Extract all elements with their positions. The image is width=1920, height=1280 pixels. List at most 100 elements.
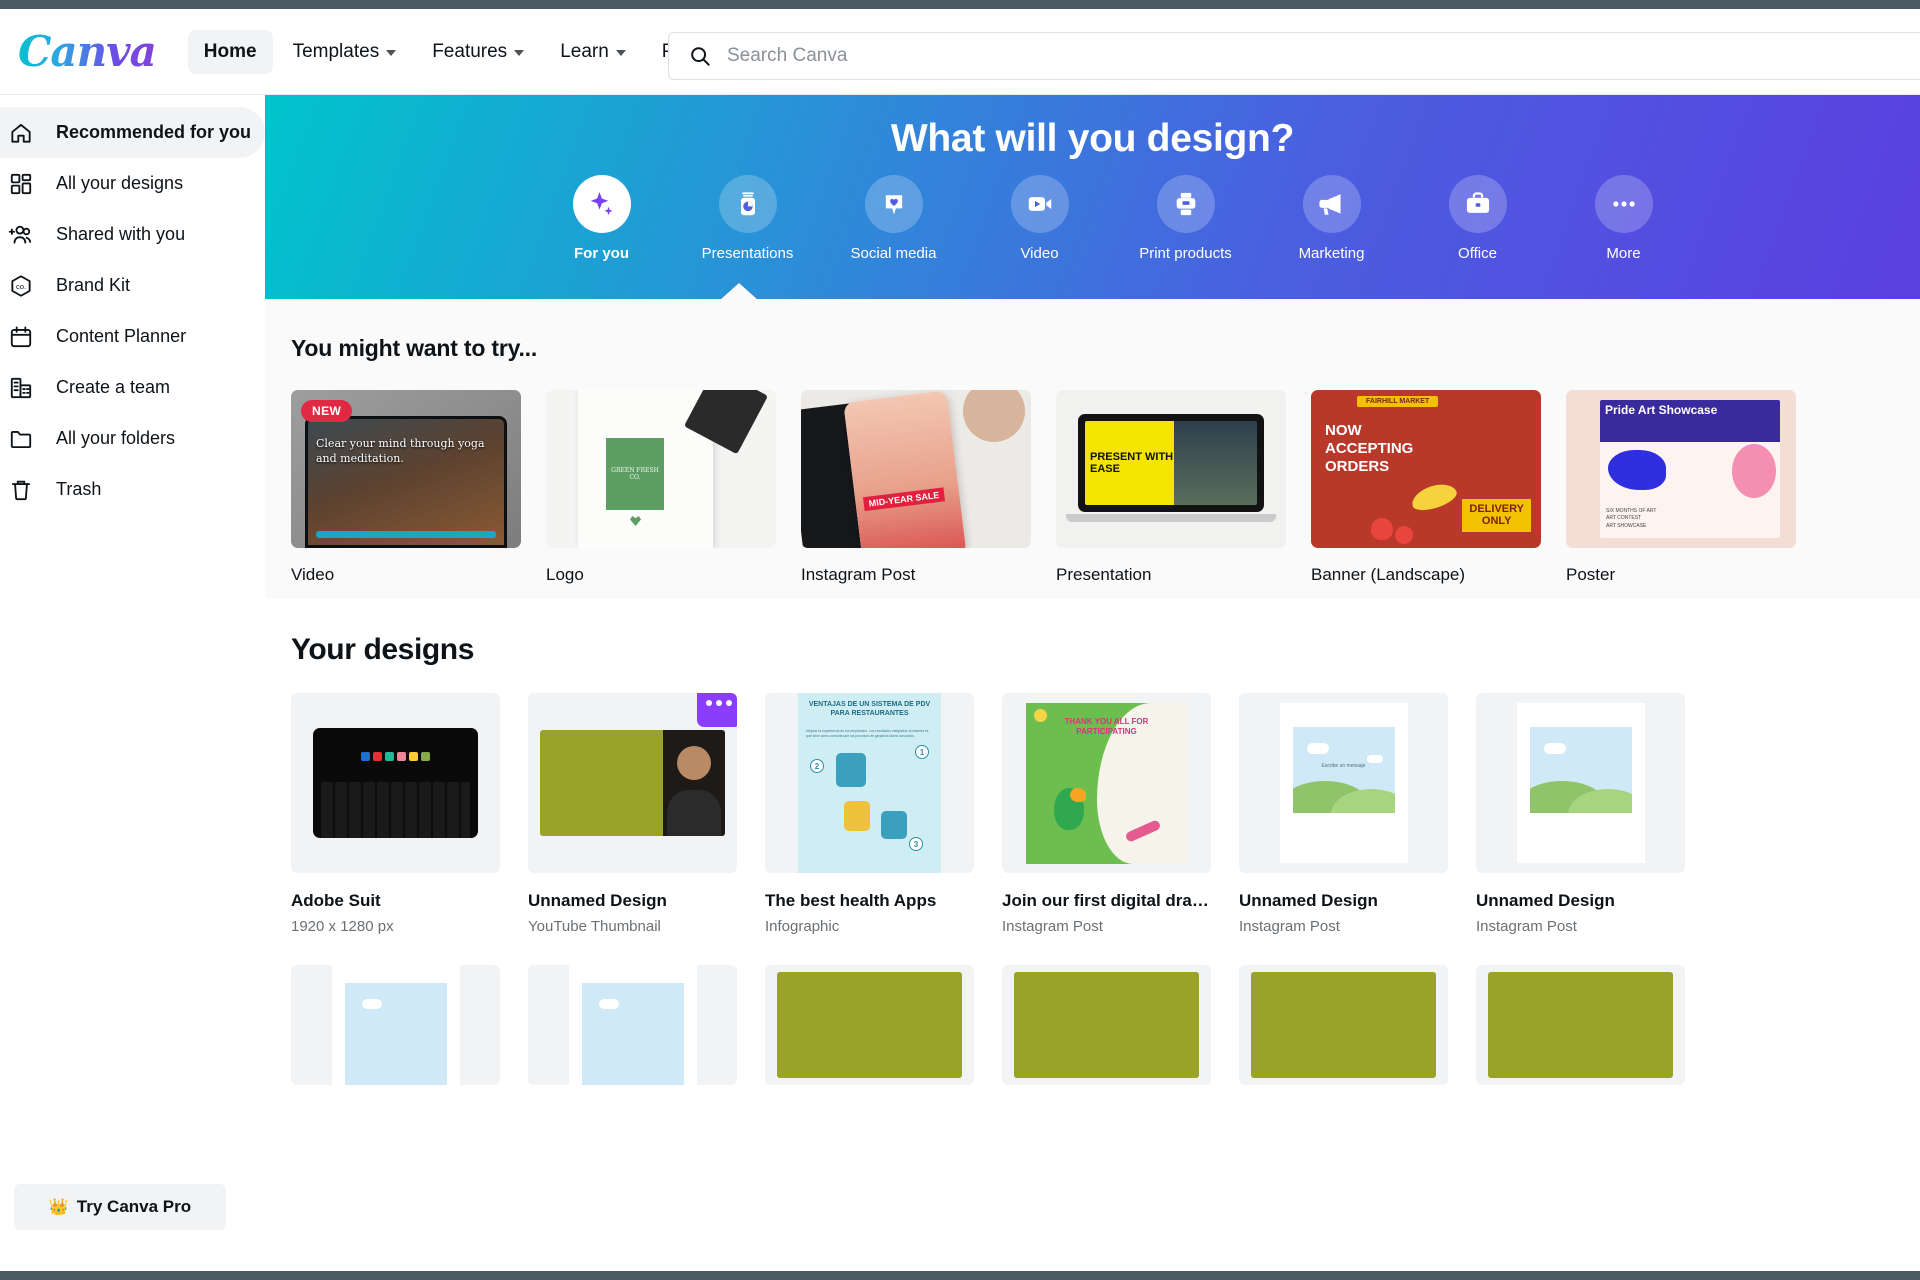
design-options-button[interactable]: [697, 693, 737, 727]
design-subtitle: Instagram Post: [1476, 918, 1577, 935]
design-subtitle: Infographic: [765, 918, 840, 935]
design-card-health-apps[interactable]: VENTAJAS DE UN SISTEMA DE PDV PARA RESTA…: [765, 693, 974, 935]
category-office[interactable]: Office: [1405, 175, 1551, 262]
design-card-unnamed-cloud-1[interactable]: Escribe un mensaje Unnamed Design Instag…: [1239, 693, 1448, 935]
crown-icon: 👑: [48, 1199, 69, 1216]
try-card-instagram-post[interactable]: MID-YEAR SALE Instagram Post: [801, 390, 1031, 585]
nav-item-home[interactable]: Home: [187, 29, 273, 74]
try-card-label: Presentation: [1056, 565, 1152, 584]
sidebar-item-brand-kit[interactable]: co. Brand Kit: [0, 260, 265, 311]
try-card-logo[interactable]: GREEN FRESH CO. Logo: [546, 390, 776, 585]
design-card-row2-2[interactable]: [528, 965, 737, 1085]
design-title: Adobe Suit: [291, 891, 381, 910]
try-canva-pro-button[interactable]: 👑 Try Canva Pro: [14, 1184, 226, 1230]
category-bubble: [718, 175, 777, 233]
try-card-presentation[interactable]: PRESENT WITH EASE Presentation: [1056, 390, 1286, 585]
thumb-art: GREEN FRESH CO.: [546, 390, 776, 548]
design-card-row2-4[interactable]: [1002, 965, 1211, 1085]
sidebar-item-shared[interactable]: Shared with you: [0, 209, 265, 260]
sidebar-item-recommended[interactable]: Recommended for you: [0, 107, 265, 158]
nav-item-features[interactable]: Features: [416, 30, 540, 74]
thumb-art: Escribe un mensaje: [1279, 703, 1408, 863]
add-people-icon: [8, 225, 32, 244]
design-card-row2-5[interactable]: [1239, 965, 1448, 1085]
nav-item-learn[interactable]: Learn: [544, 30, 642, 74]
thumb-art-text: THANK YOU ALL FOR PARTICIPATING: [1064, 716, 1149, 736]
try-card-thumbnail: MID-YEAR SALE: [801, 390, 1031, 548]
try-cards-row: Clear your mind through yoga and meditat…: [291, 390, 1920, 585]
design-thumbnail: [291, 965, 500, 1085]
thumb-art: [1251, 972, 1436, 1078]
design-thumbnail: [1476, 965, 1685, 1085]
thumb-art-text: Clear your mind through yoga and meditat…: [316, 437, 485, 465]
sidebar-item-content-planner[interactable]: Content Planner: [0, 311, 265, 362]
heart-pin-icon: [885, 195, 902, 215]
category-more[interactable]: More: [1551, 175, 1697, 262]
category-video[interactable]: Video: [967, 175, 1113, 262]
design-card-row2-6[interactable]: [1476, 965, 1685, 1085]
try-card-banner-landscape[interactable]: FAIRHILL MARKET NOW ACCEPTING ORDERS DELIV…: [1311, 390, 1541, 585]
category-bubble: [1302, 175, 1361, 233]
sidebar-item-all-folders[interactable]: All your folders: [0, 413, 265, 464]
bottom-chrome-bar: [0, 1271, 1920, 1280]
canva-logo[interactable]: Canva: [10, 27, 170, 76]
try-card-thumbnail: GREEN FRESH CO.: [546, 390, 776, 548]
sidebar-item-all-designs[interactable]: All your designs: [0, 158, 265, 209]
design-card-row2-1[interactable]: [291, 965, 500, 1085]
section-title: You might want to try...: [291, 335, 538, 361]
thumb-art: [1488, 972, 1673, 1078]
trash-icon: [11, 480, 31, 500]
category-label: Marketing: [1298, 245, 1365, 262]
category-label: For you: [574, 245, 629, 262]
grid-icon: [10, 173, 32, 194]
try-card-thumbnail: Clear your mind through yoga and meditat…: [291, 390, 521, 548]
sidebar-item-trash[interactable]: Trash: [0, 464, 265, 515]
design-title: Unnamed Design: [1239, 891, 1378, 910]
site-header: Canva Home Templates Features Learn Pric…: [0, 9, 1920, 95]
design-thumbnail: [528, 965, 737, 1085]
sidebar-item-label: Content Planner: [56, 326, 187, 346]
brand-hexagon-icon: co.: [11, 274, 31, 297]
search-bar[interactable]: [668, 32, 1920, 80]
thumb-art-text: Pride Art Showcase: [1605, 403, 1718, 417]
chevron-down-icon: [386, 50, 397, 56]
thumb-art: [1516, 703, 1645, 863]
category-label: Office: [1458, 245, 1497, 262]
sparkle-icon: [590, 192, 613, 215]
category-bubble: [572, 175, 631, 233]
nav-label: Learn: [560, 40, 609, 62]
try-card-video[interactable]: Clear your mind through yoga and meditat…: [291, 390, 521, 585]
category-marketing[interactable]: Marketing: [1259, 175, 1405, 262]
search-input[interactable]: [727, 45, 1920, 67]
category-row: For you Presentations Social media Video…: [265, 175, 1920, 262]
design-thumbnail: [291, 693, 500, 873]
try-card-poster[interactable]: Pride Art Showcase SIX MONTHS OF ART ART …: [1566, 390, 1796, 585]
sidebar-item-create-team[interactable]: Create a team: [0, 362, 265, 413]
designs-row-2: [291, 965, 1920, 1085]
category-label: Social media: [850, 245, 937, 262]
folder-icon: [10, 430, 32, 448]
category-presentations[interactable]: Presentations: [675, 175, 821, 262]
design-card-adobe-suit[interactable]: Adobe Suit 1920 x 1280 px: [291, 693, 500, 935]
printer-icon: [1176, 192, 1195, 216]
thumb-art-text: Escribe un mensaje: [1321, 763, 1366, 769]
design-card-unnamed-youtube[interactable]: Unnamed Design YouTube Thumbnail: [528, 693, 737, 935]
nav-label: Templates: [292, 40, 380, 62]
designs-section-title: Your designs: [291, 633, 475, 666]
main-content: What will you design? For you Presentati…: [265, 95, 1920, 1280]
category-print-products[interactable]: Print products: [1113, 175, 1259, 262]
category-social-media[interactable]: Social media: [821, 175, 967, 262]
try-card-thumbnail: Pride Art Showcase SIX MONTHS OF ART ART …: [1566, 390, 1796, 548]
sidebar: Recommended for you All your designs Sha…: [0, 95, 265, 1280]
try-card-thumbnail: PRESENT WITH EASE: [1056, 390, 1286, 548]
design-card-unnamed-cloud-2[interactable]: Unnamed Design Instagram Post: [1476, 693, 1685, 935]
thumb-art-text: GREEN FRESH CO.: [611, 466, 659, 482]
design-card-digital-drawing[interactable]: THANK YOU ALL FOR PARTICIPATING Join our…: [1002, 693, 1211, 935]
thumb-art: MID-YEAR SALE: [801, 390, 1031, 548]
category-for-you[interactable]: For you: [529, 175, 675, 262]
design-card-row2-3[interactable]: [765, 965, 974, 1085]
category-bubble: [1156, 175, 1215, 233]
thumb-art: FAIRHILL MARKET NOW ACCEPTING ORDERS DELIV…: [1311, 390, 1541, 548]
design-thumbnail: [528, 693, 737, 873]
nav-item-templates[interactable]: Templates: [277, 30, 413, 74]
